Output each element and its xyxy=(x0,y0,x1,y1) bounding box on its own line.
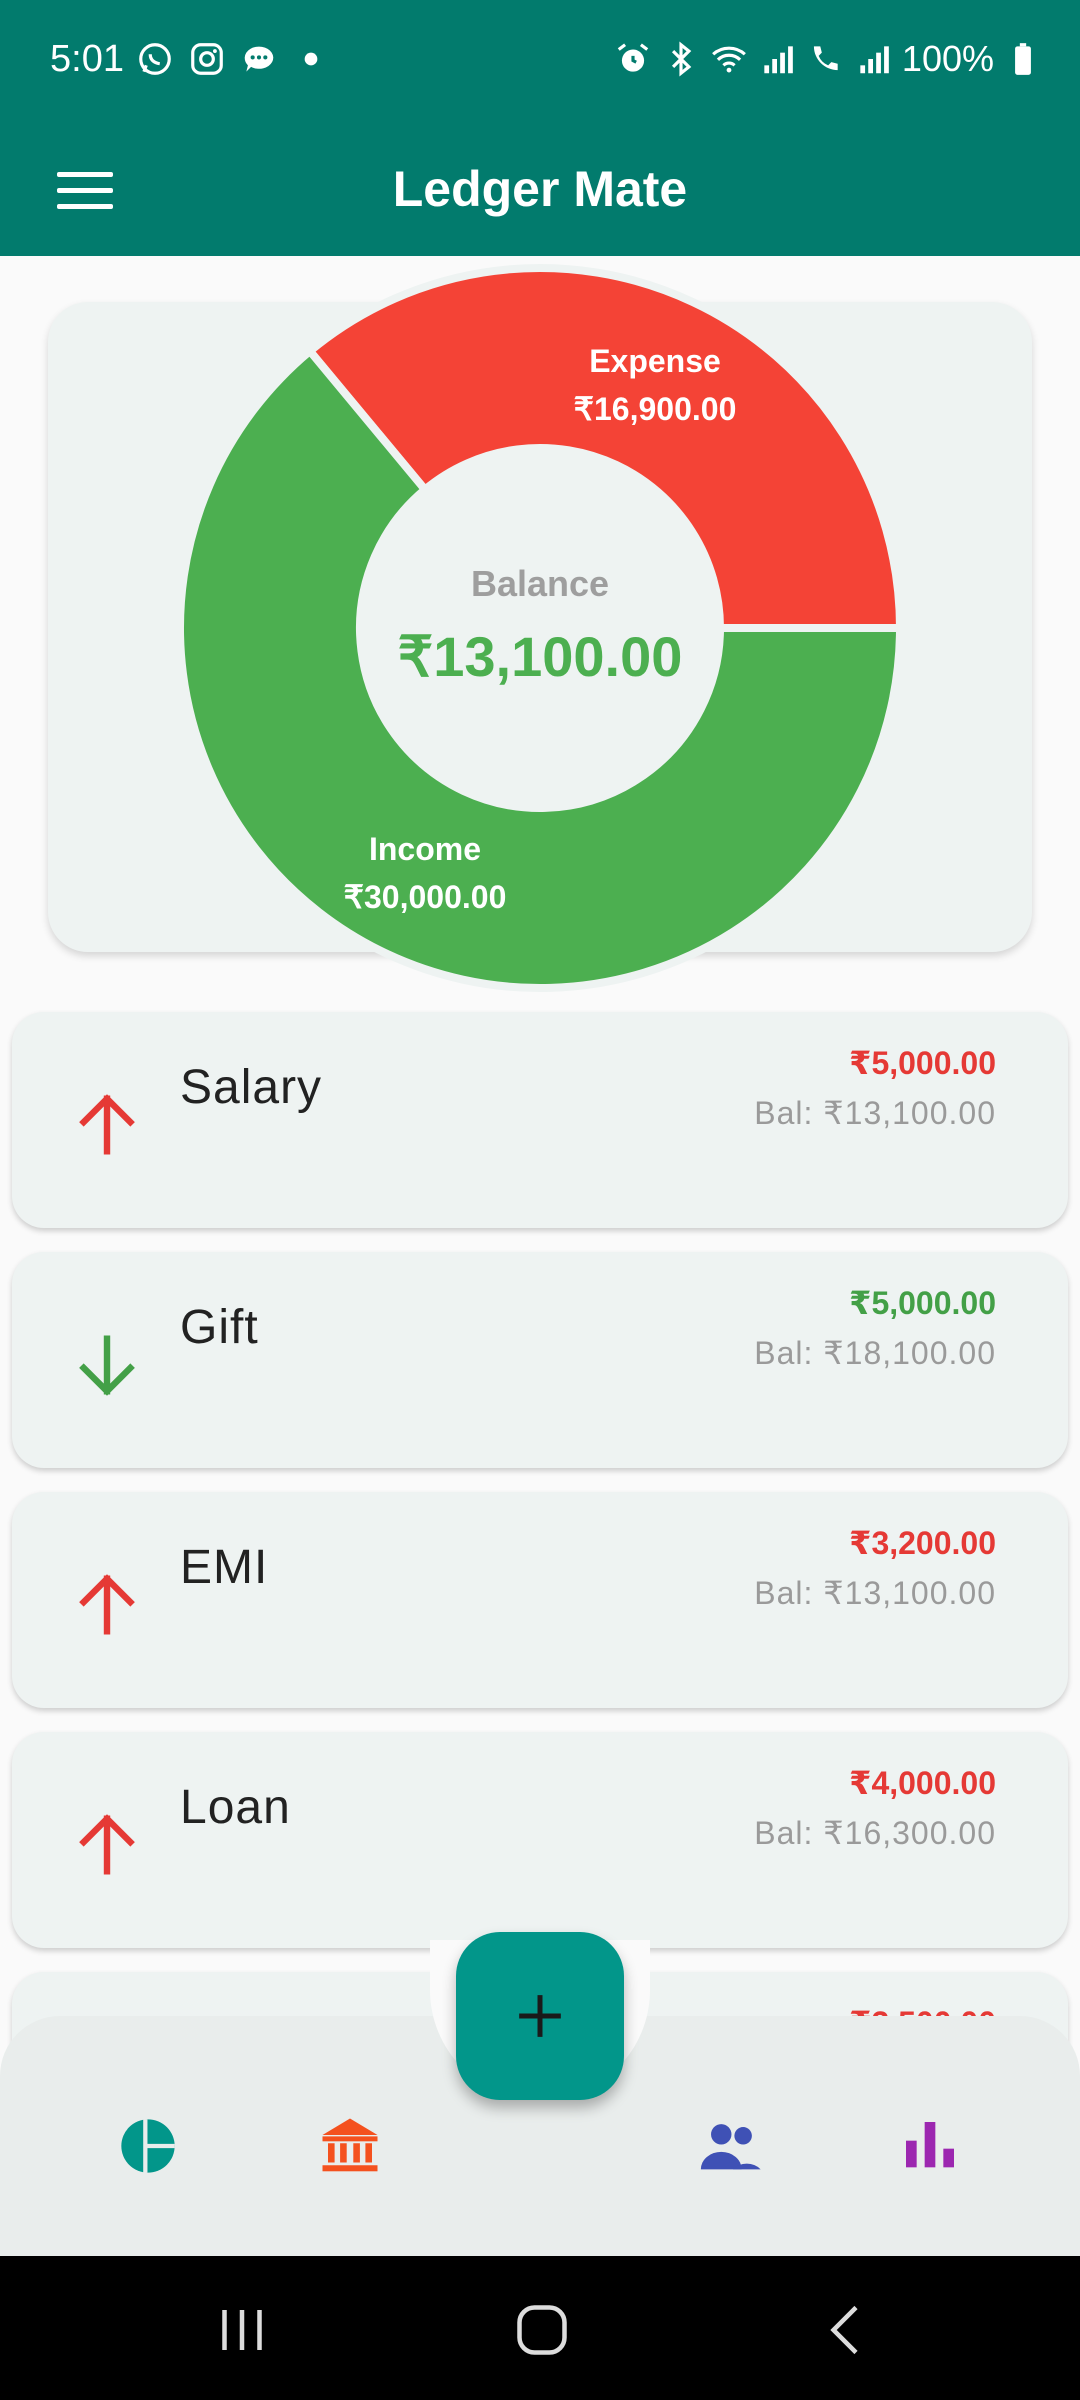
arrow-down-icon xyxy=(79,1335,135,1396)
add-icon xyxy=(519,1995,561,2037)
bar-chart-icon xyxy=(906,2122,954,2168)
transaction-amount: ₹5,000.00 xyxy=(849,1285,996,1321)
arrow-up-icon xyxy=(79,1094,135,1155)
transaction-name: Salary xyxy=(180,1061,323,1114)
transaction-balance: Bal: ₹18,100.00 xyxy=(754,1335,996,1371)
income-value: ₹30,000.00 xyxy=(344,879,507,915)
transaction-name: Loan xyxy=(180,1781,291,1834)
bank-icon xyxy=(322,2118,378,2172)
transaction-balance: Bal: ₹13,100.00 xyxy=(754,1575,996,1611)
transaction-name: EMI xyxy=(180,1541,269,1594)
nav-dashboard[interactable] xyxy=(108,2106,188,2186)
income-label: Income xyxy=(369,831,481,867)
transaction-amount: ₹4,000.00 xyxy=(849,1765,996,1801)
transaction-balance: Bal: ₹13,100.00 xyxy=(754,1095,996,1131)
transaction-item[interactable]: Loan ₹4,000.00 Bal: ₹16,300.00 xyxy=(12,1732,1068,1948)
add-transaction-button[interactable] xyxy=(456,1932,624,2100)
system-navigation-bar xyxy=(0,2256,1080,2400)
transaction-item[interactable]: EMI ₹3,200.00 Bal: ₹13,100.00 xyxy=(12,1492,1068,1708)
transaction-amount: ₹5,000.00 xyxy=(849,1045,996,1081)
home-icon[interactable] xyxy=(512,2300,572,2360)
nav-reports[interactable] xyxy=(890,2106,970,2186)
nav-people[interactable] xyxy=(690,2106,770,2186)
nav-bank[interactable] xyxy=(310,2106,390,2186)
transaction-item[interactable]: Gift ₹5,000.00 Bal: ₹18,100.00 xyxy=(12,1252,1068,1468)
transaction-amount: ₹3,200.00 xyxy=(849,1525,996,1561)
recent-apps-icon[interactable] xyxy=(212,2300,272,2360)
people-icon xyxy=(700,2124,761,2170)
dashboard-icon xyxy=(121,2119,175,2173)
expense-value: ₹16,900.00 xyxy=(574,391,737,427)
transaction-name: Gift xyxy=(180,1301,259,1354)
back-icon[interactable] xyxy=(816,2300,876,2360)
balance-center-value: ₹13,100.00 xyxy=(398,625,683,688)
transaction-item[interactable]: Salary ₹5,000.00 Bal: ₹13,100.00 xyxy=(12,1012,1068,1228)
balance-center-label: Balance xyxy=(471,563,609,604)
expense-label: Expense xyxy=(589,343,721,379)
balance-donut-chart[interactable]: Expense ₹16,900.00 Income ₹30,000.00 Bal… xyxy=(0,0,1080,1000)
arrow-up-icon xyxy=(79,1574,135,1635)
arrow-up-icon xyxy=(79,1814,135,1875)
transaction-balance: Bal: ₹16,300.00 xyxy=(754,1815,996,1851)
